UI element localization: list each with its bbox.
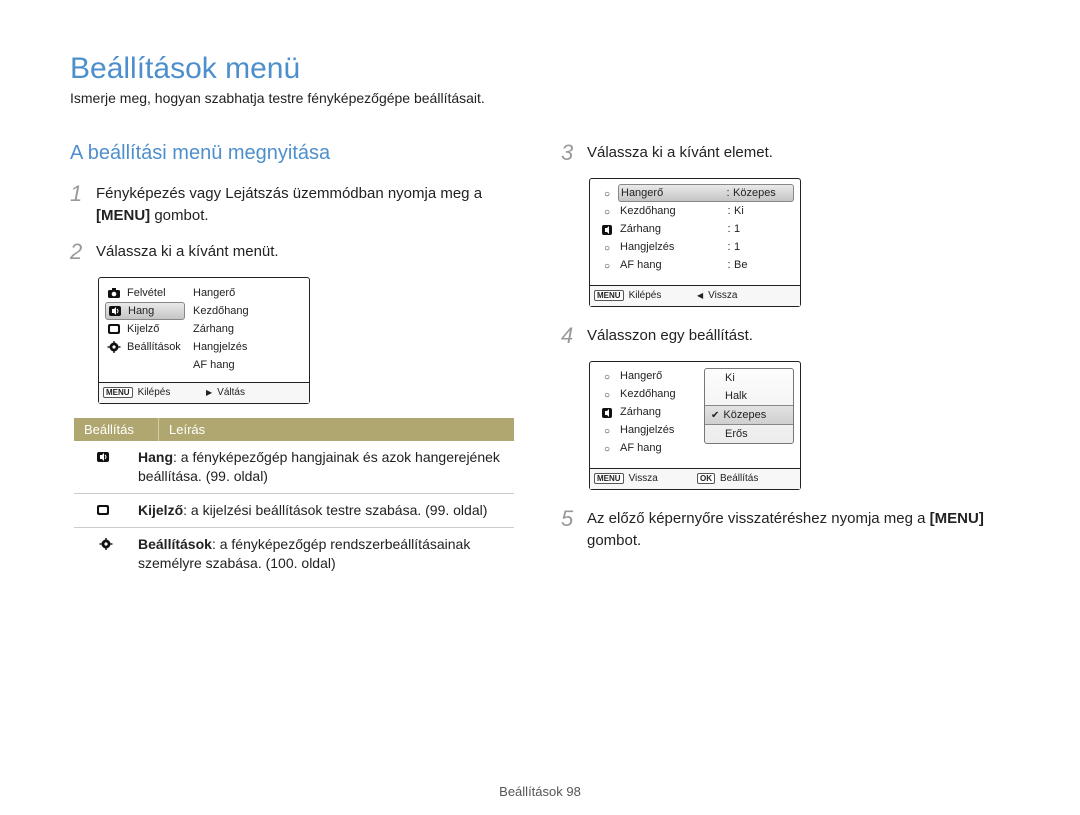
lcd-menu-item: Beállítások bbox=[105, 338, 185, 356]
step-text: Válassza ki a kívánt elemet. bbox=[587, 142, 773, 164]
lcd-menu-label: Beállítások bbox=[127, 341, 181, 353]
popup-option: Ki bbox=[705, 369, 793, 387]
lcd-footer-right: Váltás bbox=[217, 387, 245, 398]
circle-icon: ○ bbox=[600, 389, 614, 401]
lcd-preview-settings: ○ ○ ○ ○ Hangerő:KözepesKezdőhang:KiZárha… bbox=[589, 178, 801, 307]
table-header: Leírás bbox=[159, 418, 514, 441]
setting-key: Hangjelzés bbox=[620, 241, 724, 253]
page-footer: Beállítások 98 bbox=[0, 784, 1080, 799]
menu-chip-icon: MENU bbox=[594, 473, 624, 484]
table-row: Kijelző: a kijelzési beállítások testre … bbox=[74, 494, 514, 528]
gear-icon bbox=[107, 341, 121, 353]
lcd-menu-item: Felvétel bbox=[105, 284, 185, 302]
circle-icon: ○ bbox=[600, 242, 614, 254]
lcd-footer-right: Beállítás bbox=[720, 473, 758, 484]
ok-chip-icon: OK bbox=[697, 473, 715, 484]
circle-icon: ○ bbox=[600, 443, 614, 455]
sound-icon bbox=[600, 224, 614, 236]
sound-icon bbox=[108, 305, 122, 317]
lcd-setting-row: Zárhang:1 bbox=[618, 220, 794, 238]
setting-key: Zárhang bbox=[620, 223, 724, 235]
lcd-setting-row: Kezdőhang:Ki bbox=[618, 202, 794, 220]
display-icon bbox=[96, 503, 116, 519]
page-title: Beállítások menü bbox=[70, 52, 1010, 86]
setting-key: AF hang bbox=[620, 259, 724, 271]
circle-icon: ○ bbox=[600, 425, 614, 437]
setting-value: Ki bbox=[734, 205, 792, 217]
circle-icon: ○ bbox=[600, 188, 614, 200]
popup-option: Halk bbox=[705, 387, 793, 405]
lcd-submenu-item: Kezdőhang bbox=[191, 302, 303, 320]
step-number: 1 bbox=[70, 183, 96, 205]
sound-icon bbox=[600, 407, 614, 419]
popup-option: ✔Közepes bbox=[705, 405, 793, 425]
lcd-menu-label: Hang bbox=[128, 305, 154, 317]
table-desc: Beállítások: a fényképezőgép rendszerbeá… bbox=[138, 535, 514, 573]
lcd-menu-label: Kijelző bbox=[127, 323, 159, 335]
step-number: 5 bbox=[561, 508, 587, 530]
step-text: Fényképezés vagy Lejátszás üzemmódban ny… bbox=[96, 183, 519, 227]
lcd-preview-menu: Felvétel Hang Kijelző Beállítások HangerőKe… bbox=[98, 277, 310, 404]
setting-key: Kezdőhang bbox=[620, 205, 724, 217]
circle-icon: ○ bbox=[600, 260, 614, 272]
lcd-submenu-item: Hangjelzés bbox=[191, 338, 303, 356]
table-row: Beállítások: a fényképezőgép rendszerbeá… bbox=[74, 528, 514, 580]
menu-label: [MENU] bbox=[930, 510, 984, 527]
section-heading: A beállítási menü megnyitása bbox=[70, 142, 519, 165]
step-number: 4 bbox=[561, 325, 587, 347]
setting-value: 1 bbox=[734, 241, 792, 253]
lcd-footer-left: Kilépés bbox=[629, 290, 662, 301]
table-desc: Hang: a fényképezőgép hangjainak és azok… bbox=[138, 448, 514, 486]
volume-popup: KiHalk✔KözepesErős bbox=[704, 368, 794, 444]
triangle-left-icon bbox=[697, 290, 703, 301]
step-text: Az előző képernyőre visszatéréshez nyomj… bbox=[587, 508, 1010, 552]
lcd-submenu-item: Zárhang bbox=[191, 320, 303, 338]
lcd-footer-left: Kilépés bbox=[138, 387, 171, 398]
lcd-setting-row: AF hang:Be bbox=[618, 256, 794, 274]
step-text: Válassza ki a kívánt menüt. bbox=[96, 241, 279, 263]
lcd-setting-row: Hangjelzés:1 bbox=[618, 238, 794, 256]
setting-value: Be bbox=[734, 259, 792, 271]
lcd-submenu-item: Hangerő bbox=[191, 284, 303, 302]
table-row: Hang: a fényképezőgép hangjainak és azok… bbox=[74, 441, 514, 494]
popup-option: Erős bbox=[705, 425, 793, 443]
page-subtitle: Ismerje meg, hogyan szabhatja testre fén… bbox=[70, 90, 1010, 106]
circle-icon: ○ bbox=[600, 371, 614, 383]
camera-icon bbox=[107, 287, 121, 299]
menu-label: [MENU] bbox=[96, 207, 150, 224]
table-header: Beállítás bbox=[74, 418, 159, 441]
menu-chip-icon: MENU bbox=[103, 387, 133, 398]
triangle-right-icon bbox=[206, 387, 212, 398]
lcd-setting-row: Hangerő:Közepes bbox=[618, 184, 794, 202]
check-icon: ✔ bbox=[711, 410, 719, 421]
step-number: 3 bbox=[561, 142, 587, 164]
lcd-footer-left: Vissza bbox=[629, 473, 658, 484]
circle-icon: ○ bbox=[600, 206, 614, 218]
lcd-submenu-item: AF hang bbox=[191, 356, 303, 374]
table-desc: Kijelző: a kijelzési beállítások testre … bbox=[138, 501, 514, 520]
step-number: 2 bbox=[70, 241, 96, 263]
menu-chip-icon: MENU bbox=[594, 290, 624, 301]
setting-value: Közepes bbox=[733, 187, 791, 199]
lcd-menu-item: Hang bbox=[105, 302, 185, 320]
settings-description-table: Beállítás Leírás Hang: a fényképezőgép h… bbox=[74, 418, 514, 580]
setting-value: 1 bbox=[734, 223, 792, 235]
display-icon bbox=[107, 323, 121, 335]
gear-icon bbox=[96, 537, 116, 553]
setting-key: Hangerő bbox=[621, 187, 723, 199]
lcd-footer-right: Vissza bbox=[708, 290, 737, 301]
lcd-preview-popup: ○ ○ ○ ○ HangerőKezdőhangZárhangHangjelzé… bbox=[589, 361, 801, 490]
lcd-menu-item: Kijelző bbox=[105, 320, 185, 338]
step-text: Válasszon egy beállítást. bbox=[587, 325, 753, 347]
sound-icon bbox=[96, 450, 116, 466]
lcd-menu-label: Felvétel bbox=[127, 287, 166, 299]
